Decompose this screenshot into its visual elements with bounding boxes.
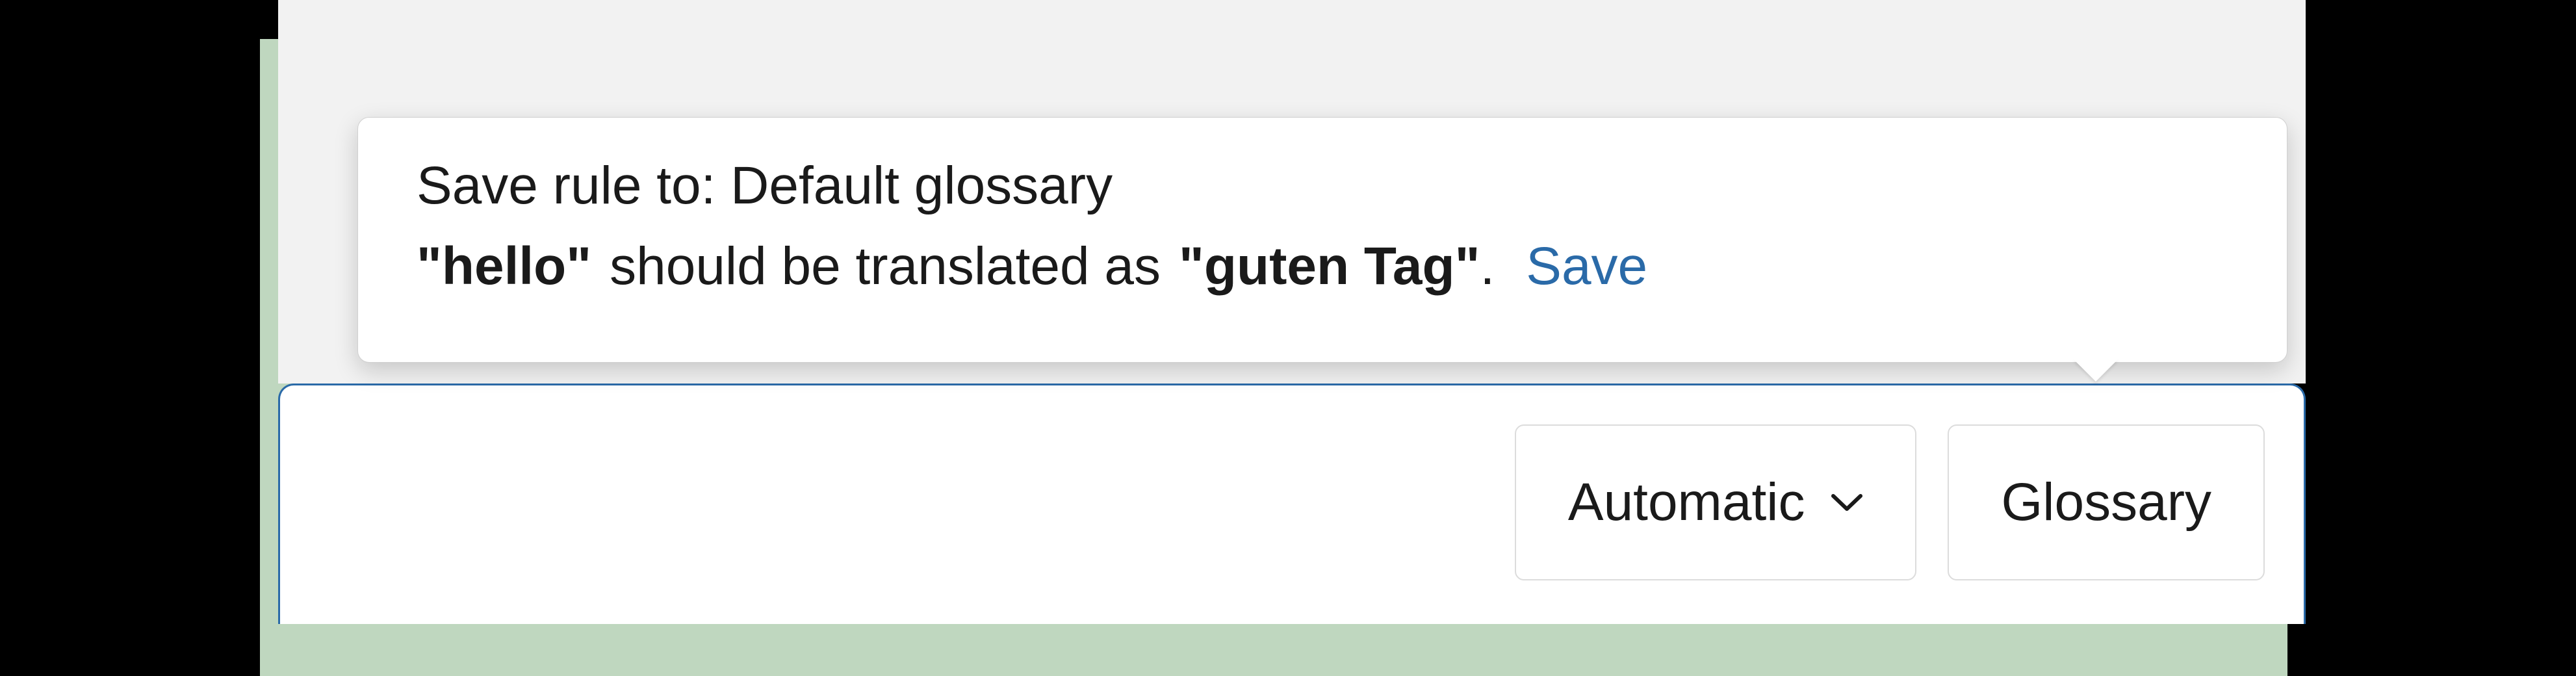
rule-middle-text: should be translated as — [610, 236, 1161, 297]
output-toolbar: Automatic Glossary — [1515, 424, 2265, 580]
glossary-rule-popover: Save rule to: Default glossary "hello" s… — [357, 117, 2287, 363]
save-rule-link[interactable]: Save — [1526, 236, 1647, 297]
glossary-button-label: Glossary — [2001, 472, 2211, 533]
chevron-down-icon — [1831, 492, 1863, 513]
style-dropdown-label: Automatic — [1568, 472, 1805, 533]
rule-period: . — [1480, 237, 1495, 296]
output-pane: Automatic Glossary — [278, 384, 2306, 624]
style-dropdown[interactable]: Automatic — [1515, 424, 1917, 580]
popover-header-prefix: Save rule to: — [417, 156, 730, 215]
target-term: "guten Tag" — [1179, 237, 1480, 296]
source-term: "hello" — [417, 236, 591, 297]
popover-header: Save rule to: Default glossary — [417, 155, 2228, 216]
glossary-button[interactable]: Glossary — [1948, 424, 2265, 580]
popover-glossary-name: Default glossary — [730, 156, 1113, 215]
popover-body: "hello" should be translated as "guten T… — [417, 236, 2228, 297]
